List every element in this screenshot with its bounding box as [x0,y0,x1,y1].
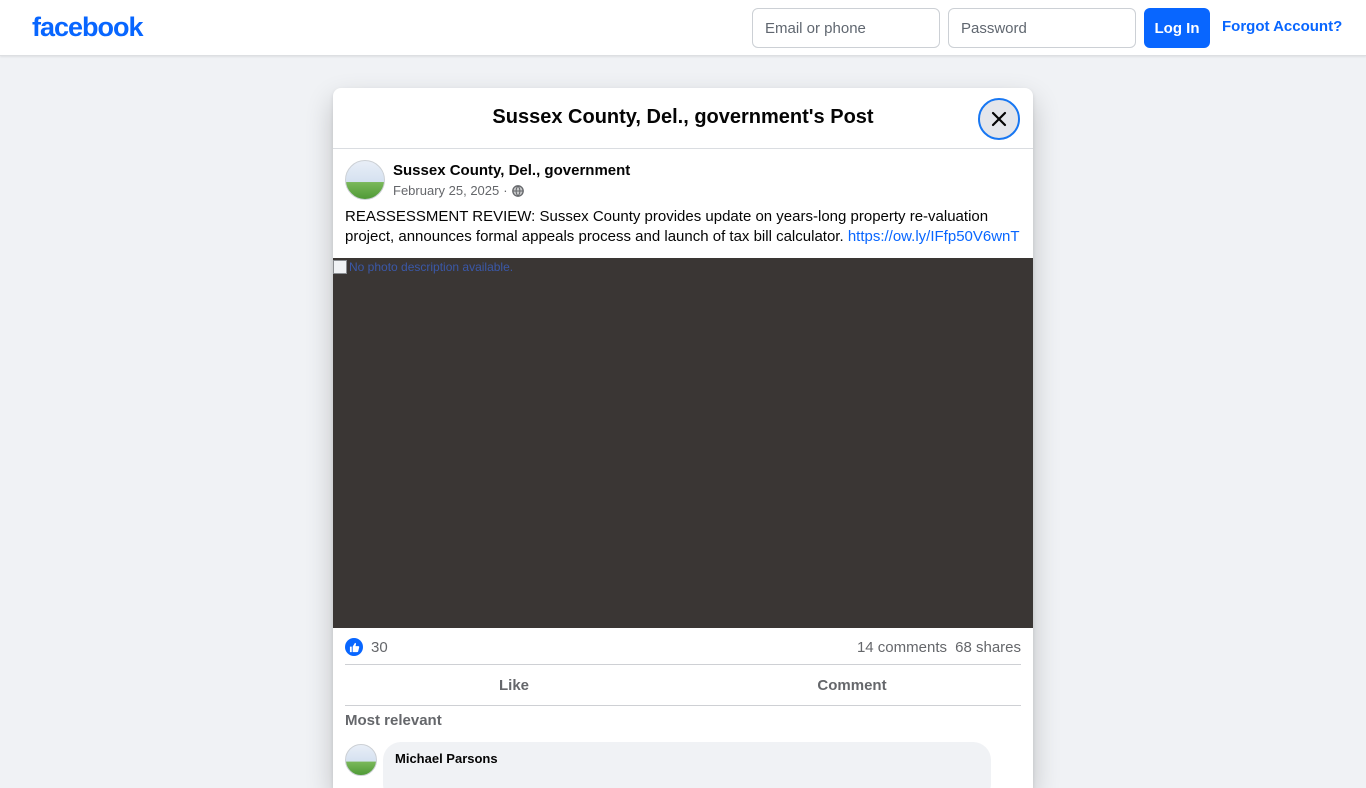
comment-button[interactable]: Comment [683,665,1021,705]
facebook-logo[interactable]: facebook [32,12,144,43]
dialog-header: Sussex County, Del., government's Post [333,88,1033,149]
log-in-button[interactable]: Log In [1144,8,1210,48]
post-actions: Like Comment [345,664,1021,706]
post-text: REASSESSMENT REVIEW: Sussex County provi… [345,207,1025,247]
post-header: Sussex County, Del., government February… [345,160,1021,202]
meta-separator: · [503,183,508,198]
comment-sort-filter[interactable]: Most relevant [345,712,442,729]
like-reaction-icon[interactable] [345,638,363,656]
broken-image-icon [333,260,347,274]
email-field[interactable] [752,8,940,48]
reaction-count[interactable]: 30 [371,639,388,656]
post-date[interactable]: February 25, 2025 [393,183,499,198]
like-button[interactable]: Like [345,665,683,705]
broken-image-placeholder: No photo description available. [333,260,513,274]
globe-icon [511,184,524,197]
page-avatar[interactable] [345,160,385,200]
comment-item: Michael Parsons [345,742,1005,788]
post-dialog: Sussex County, Del., government's Post S… [333,88,1033,788]
forgot-account-link[interactable]: Forgot Account? [1222,18,1342,35]
dialog-title: Sussex County, Del., government's Post [492,106,874,128]
top-bar: facebook Log In Forgot Account? [0,0,1366,56]
close-icon [991,111,1007,127]
image-alt-text: No photo description available. [349,260,514,274]
share-count[interactable]: 68 shares [955,639,1021,656]
commenter-name[interactable]: Michael Parsons [395,751,498,766]
commenter-avatar[interactable] [345,744,377,776]
post-image[interactable]: No photo description available. [333,258,1033,628]
comment-bubble: Michael Parsons [383,742,991,788]
reactions-bar: 30 14 comments 68 shares [345,636,1021,658]
post-link[interactable]: https://ow.ly/IFfp50V6wnT [848,228,1020,245]
post-author[interactable]: Sussex County, Del., government [393,162,630,179]
close-button[interactable] [978,98,1020,140]
post-meta: February 25, 2025 · [393,183,524,198]
comment-count[interactable]: 14 comments [857,639,947,656]
password-field[interactable] [948,8,1136,48]
